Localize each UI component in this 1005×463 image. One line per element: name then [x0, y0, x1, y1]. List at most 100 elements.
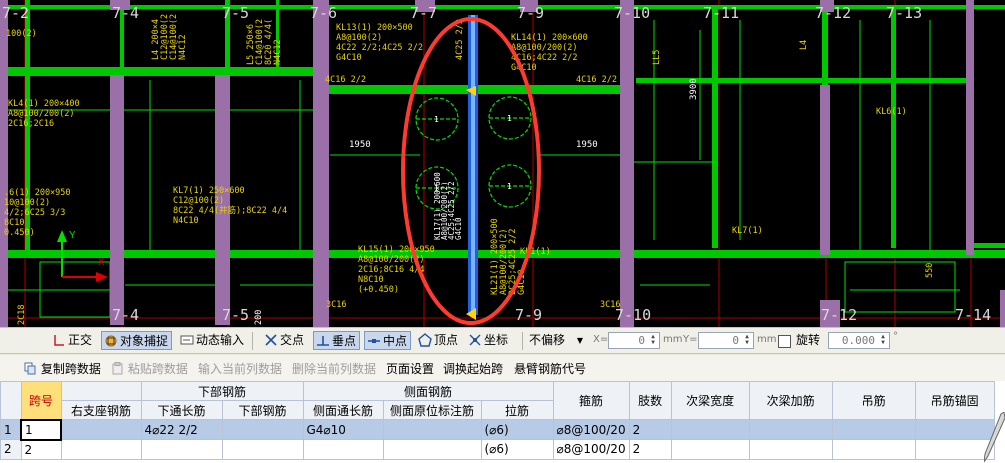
input-current-column-button[interactable]: 输入当前列数据: [198, 360, 282, 377]
midpoint-icon: [368, 339, 380, 343]
ortho-toggle[interactable]: 正交: [50, 331, 95, 350]
cad-drawing-canvas[interactable]: 7-2 7-4 7-5 7-6 7-7 7-9 7-10 7-11 7-12 7-13 7-4 7-5…: [0, 0, 1005, 327]
perpendicular-icon: [317, 336, 329, 346]
swap-start-span-button[interactable]: 调换起始跨: [443, 360, 503, 377]
circle-mark: 1: [434, 184, 439, 193]
right-support-cell[interactable]: [60, 439, 142, 460]
col-bottom-through[interactable]: 下通长筋: [140, 400, 223, 420]
row-index[interactable]: 2: [0, 439, 22, 460]
sub-width-cell[interactable]: [670, 419, 750, 440]
col-right-support[interactable]: 右支座钢筋: [60, 400, 142, 420]
y-spinner[interactable]: ▲ ▼: [742, 334, 752, 347]
cad-drawing[interactable]: 7-2 7-4 7-5 7-6 7-7 7-9 7-10 7-11 7-12 7-13 7-4 7-5…: [0, 0, 1005, 327]
circle-mark: 1: [507, 114, 512, 123]
col-side-inplace[interactable]: 侧面原位标注筋: [382, 400, 482, 420]
col-legs[interactable]: 肢数: [628, 381, 672, 420]
sub-width-cell[interactable]: [670, 439, 750, 460]
x-unit: mm: [663, 334, 683, 345]
span-cell[interactable]: 1: [20, 418, 62, 441]
col-hanger[interactable]: 吊筋: [831, 381, 916, 420]
beam-label-kl7: N4C10: [173, 216, 199, 226]
hanger-cell[interactable]: [831, 419, 916, 440]
beam-label-kl6: 4/2;6C25 3/3: [4, 208, 65, 218]
beam-label-kl14: A8@100/200(2): [511, 43, 578, 53]
col-span-number[interactable]: 跨号: [20, 381, 62, 420]
chevron-down-icon: ▼: [576, 336, 583, 345]
rotate-input[interactable]: 0.000 ▲ ▼: [828, 332, 890, 349]
legs-cell[interactable]: 2: [628, 439, 672, 460]
col-hanger-anchor[interactable]: 吊筋锚固: [914, 381, 995, 420]
axis-label: 7-5: [222, 306, 249, 324]
bottom-through-cell[interactable]: 4⌀22 2/2: [140, 419, 223, 440]
sub-add-cell[interactable]: [748, 419, 833, 440]
hanger-anchor-cell[interactable]: [914, 419, 995, 440]
perpendicular-snap[interactable]: 垂点: [313, 331, 361, 350]
ortho-icon: [54, 335, 64, 346]
beam-label-kl13: A8@100(2): [336, 33, 382, 43]
copy-span-button[interactable]: 复制跨数据: [24, 360, 101, 377]
object-snap-label: 对象捕捉: [120, 334, 169, 348]
swap-start-label: 调换起始跨: [443, 362, 504, 376]
dimension-text: 3900: [689, 78, 699, 100]
dynamic-input-toggle[interactable]: 动态输入: [178, 331, 247, 350]
bottom-cell[interactable]: [221, 419, 304, 440]
hanger-anchor-cell[interactable]: [914, 439, 995, 460]
paste-span-button[interactable]: 粘贴跨数据: [111, 360, 188, 377]
col-bottom[interactable]: 下部钢筋: [221, 400, 304, 420]
right-support-cell[interactable]: [60, 419, 142, 440]
dynamic-input-icon: [180, 335, 194, 345]
stirrup-cell[interactable]: ⌀8@100/20: [552, 439, 630, 460]
cantilever-rebar-code-button[interactable]: 悬臂钢筋代号: [514, 360, 586, 377]
rotate-spinner[interactable]: ▲ ▼: [878, 334, 888, 347]
table-row[interactable]: 1 1 4⌀22 2/2 G4⌀10 (⌀6) ⌀8@100/20 2: [0, 418, 995, 441]
span-cell[interactable]: 2: [20, 439, 62, 460]
axis-label: 7-9: [517, 4, 544, 22]
row-index[interactable]: 1: [0, 419, 22, 440]
hanger-cell[interactable]: [831, 439, 916, 460]
delete-current-column-button[interactable]: 删除当前列数据: [292, 360, 376, 377]
tie-cell[interactable]: (⌀6): [480, 419, 554, 440]
sub-add-cell[interactable]: [748, 439, 833, 460]
beam-label-kl15: 2C16;8C16 4/4: [358, 265, 425, 275]
y-coordinate-input[interactable]: 0 ▲ ▼: [698, 332, 754, 349]
x-spinner[interactable]: ▲ ▼: [648, 334, 658, 347]
side-through-cell[interactable]: G4⌀10: [302, 419, 384, 440]
y-label: Y=: [683, 334, 698, 345]
axis-label: 7-6: [310, 4, 337, 22]
rebar-data-grid: 跨号 下部钢筋 侧面钢筋 箍筋 肢数 次梁宽度 次梁加筋 吊筋 吊筋锚固 右支座…: [0, 381, 1005, 463]
col-side-through[interactable]: 侧面通长筋: [302, 400, 384, 420]
beam-label: KL7(1): [732, 226, 763, 236]
stirrup-cell[interactable]: ⌀8@100/20: [552, 419, 630, 440]
beam-label-kl6: 0.450): [4, 228, 35, 238]
col-tie[interactable]: 拉筋: [480, 400, 554, 420]
midpoint-snap[interactable]: 中点: [364, 331, 412, 350]
axis-label: 7-12: [815, 4, 851, 22]
vertex-snap[interactable]: 顶点: [416, 331, 461, 350]
bottom-through-cell[interactable]: [140, 439, 223, 460]
table-row[interactable]: 2 2 (⌀6) ⌀8@100/20 2: [0, 439, 995, 460]
side-inplace-cell[interactable]: [382, 419, 482, 440]
bottom-cell[interactable]: [221, 439, 304, 460]
axis-label: 7-10: [614, 4, 650, 22]
tie-cell[interactable]: (⌀6): [480, 439, 554, 460]
coordinate-snap[interactable]: 坐标: [466, 331, 511, 350]
offset-select[interactable]: 不偏移 ▼: [527, 331, 587, 350]
input-current-label: 输入当前列数据: [198, 362, 283, 376]
rotate-checkbox[interactable]: [778, 335, 791, 348]
pen-cursor-icon: [984, 412, 1005, 463]
x-coordinate-input[interactable]: 0 ▲ ▼: [608, 332, 660, 349]
col-sub-add[interactable]: 次梁加筋: [748, 381, 833, 420]
col-sub-width[interactable]: 次梁宽度: [670, 381, 750, 420]
side-through-cell[interactable]: [302, 439, 384, 460]
x-label: X=: [593, 334, 609, 345]
span-table: 跨号 下部钢筋 侧面钢筋 箍筋 肢数 次梁宽度 次梁加筋 吊筋 吊筋锚固 右支座…: [0, 381, 995, 460]
side-inplace-cell[interactable]: [382, 439, 482, 460]
paste-icon: [112, 362, 123, 375]
object-snap-toggle[interactable]: 对象捕捉: [101, 331, 173, 350]
beam-label-kl7: 8C22 4/4(井筋);8C22 4/4: [173, 205, 287, 216]
page-setup-button[interactable]: 页面设置: [386, 360, 434, 377]
col-stirrup[interactable]: 箍筋: [552, 381, 630, 420]
intersection-snap[interactable]: 交点: [262, 331, 307, 350]
circle-mark: 1: [434, 115, 439, 124]
legs-cell[interactable]: 2: [628, 419, 672, 440]
